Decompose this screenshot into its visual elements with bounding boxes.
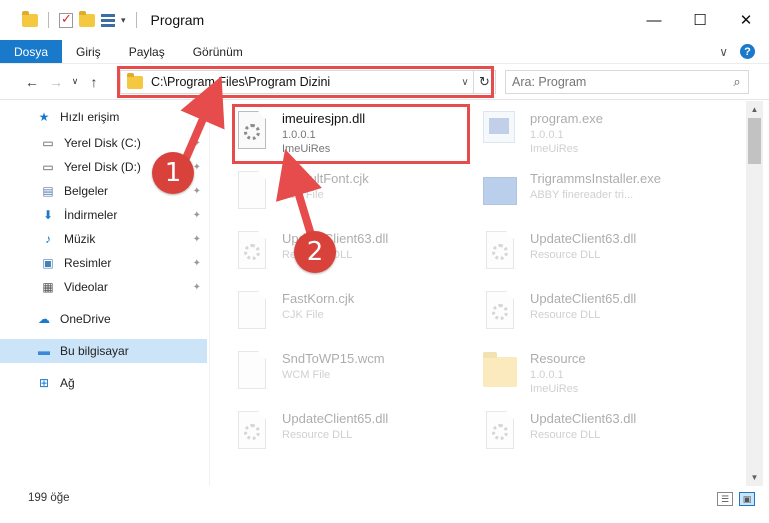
step-marker-1: 1: [152, 152, 194, 194]
step-marker-2: 2: [294, 231, 336, 273]
arrow-to-file: [275, 149, 322, 240]
annotation-arrows: [176, 75, 322, 240]
